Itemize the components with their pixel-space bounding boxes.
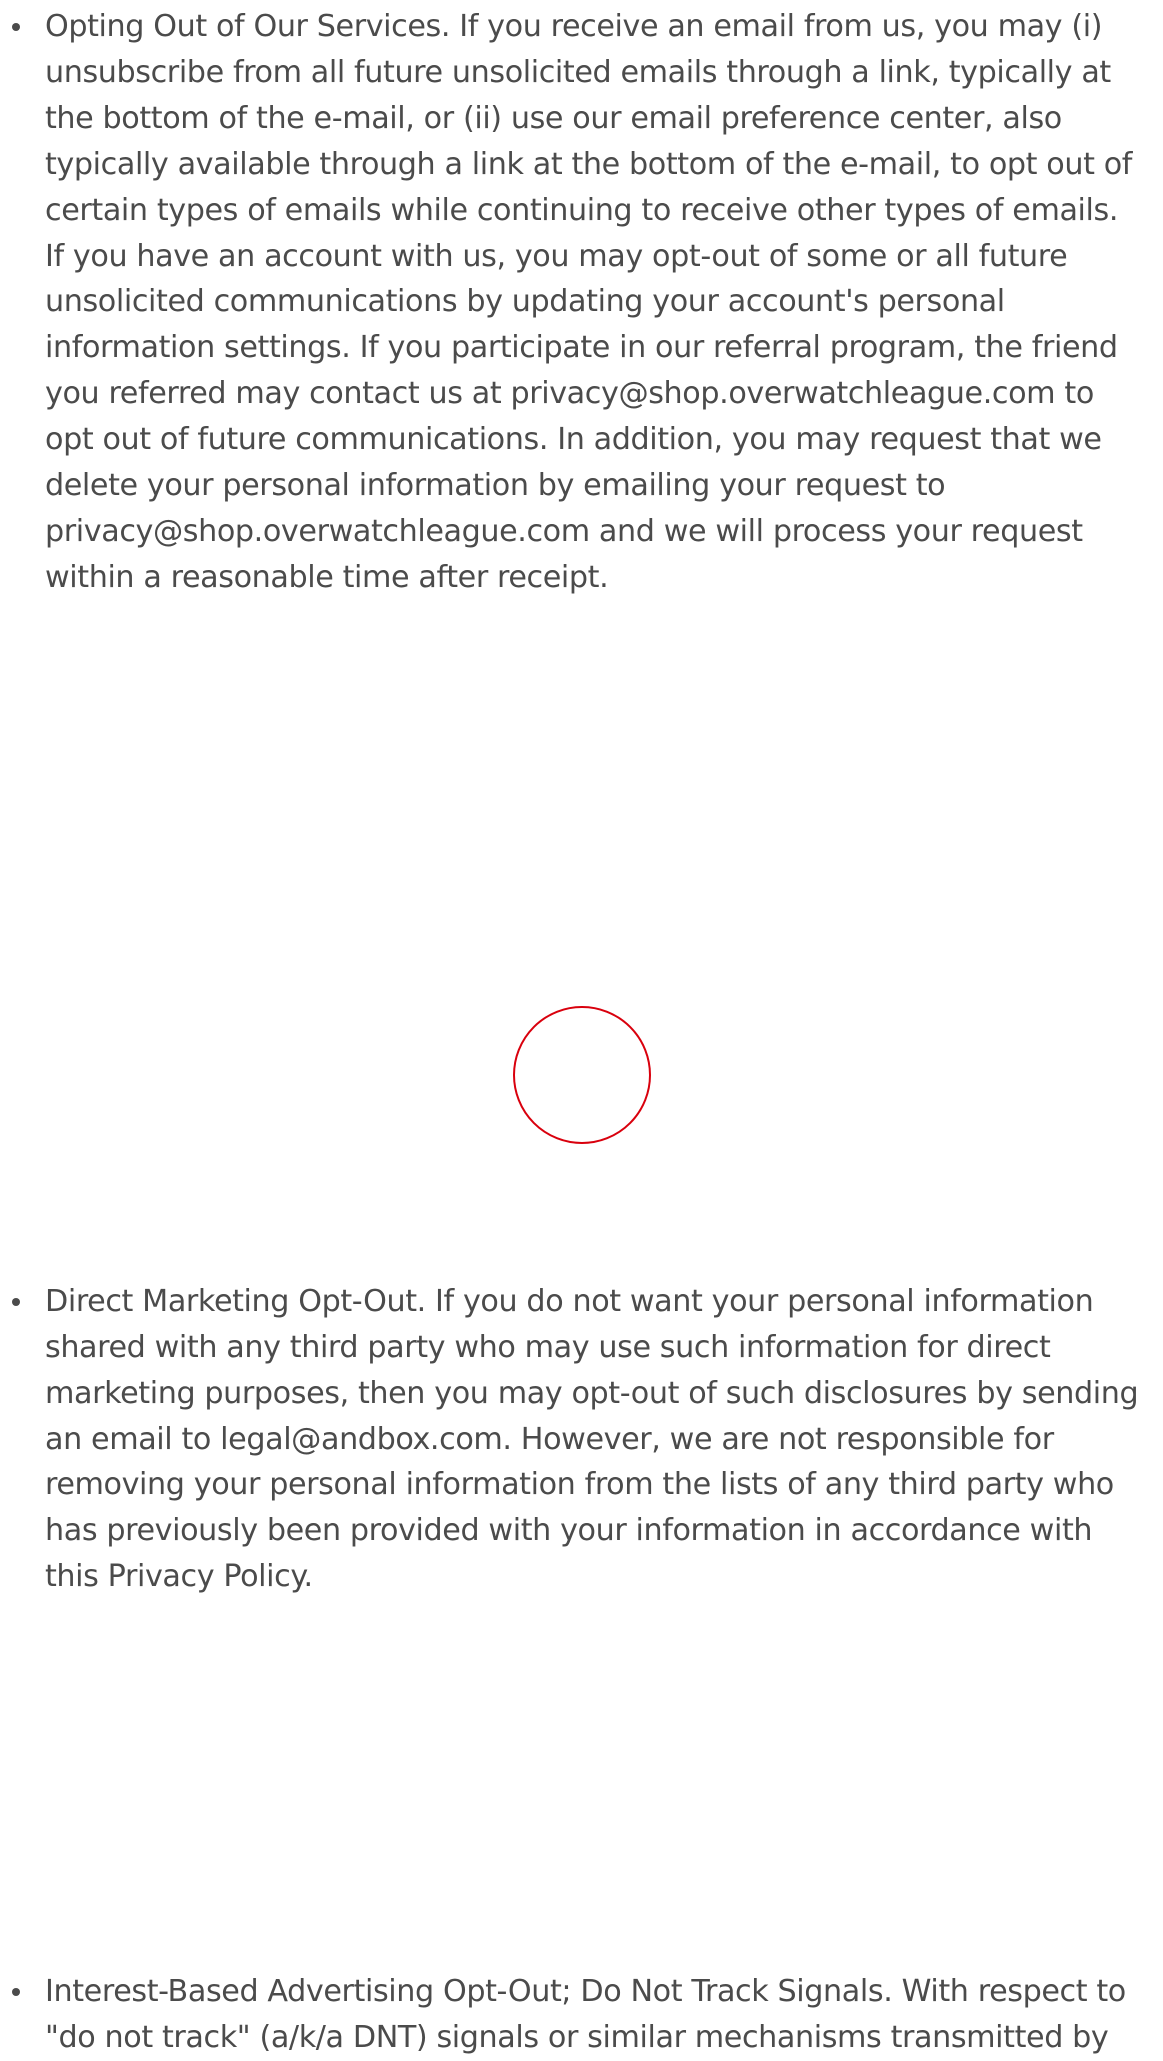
list-item-text: Direct Marketing Opt-Out. If you do not … — [45, 1283, 1139, 1595]
list-item-text: Opting Out of Our Services. If you recei… — [45, 9, 1133, 595]
list-item-text: Interest-Based Advertising Opt-Out; Do N… — [45, 1974, 1126, 2056]
list-item-interest-based-advertising: Interest-Based Advertising Opt-Out; Do N… — [0, 1969, 1145, 2061]
bullet-icon — [12, 23, 20, 31]
tap-indicator-circle — [513, 1006, 651, 1144]
bullet-icon — [12, 1297, 20, 1306]
list-item-direct-marketing: Direct Marketing Opt-Out. If you do not … — [0, 1279, 1145, 1600]
privacy-policy-content: Opting Out of Our Services. If you recei… — [0, 0, 1163, 2055]
bullet-icon — [12, 1988, 20, 1997]
list-item-opting-out: Opting Out of Our Services. If you recei… — [0, 4, 1145, 601]
opt-out-list: Opting Out of Our Services. If you recei… — [0, 0, 1163, 2055]
